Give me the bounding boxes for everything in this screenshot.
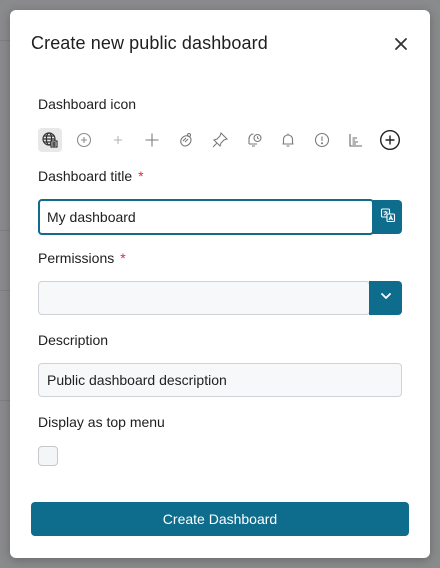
globe-grid-icon[interactable] [38, 128, 62, 152]
dashboard-title-label: Dashboard title * [38, 168, 144, 184]
add-circle-icon[interactable] [378, 128, 402, 152]
backdrop-divider [0, 40, 10, 41]
plus-thin-icon[interactable] [106, 128, 130, 152]
bell-icon[interactable] [276, 128, 300, 152]
description-label: Description [38, 332, 109, 348]
translate-icon [380, 207, 396, 228]
alert-circle-icon[interactable] [310, 128, 334, 152]
plus-circle-icon[interactable] [72, 128, 96, 152]
plus-icon[interactable] [140, 128, 164, 152]
create-dashboard-button[interactable]: Create Dashboard [31, 502, 409, 536]
create-dashboard-dialog: Create new public dashboard Dashboard ic… [10, 10, 430, 558]
dialog-title: Create new public dashboard [31, 33, 268, 53]
top-menu-label: Display as top menu [38, 414, 165, 430]
chevron-down-icon [379, 289, 393, 308]
pin-icon[interactable] [208, 128, 232, 152]
dashboard-icon-label: Dashboard icon [38, 96, 137, 112]
bar-chart-icon[interactable] [344, 128, 368, 152]
translate-button[interactable] [373, 200, 402, 234]
backdrop-divider [0, 230, 10, 231]
dashboard-title-label-text: Dashboard title [38, 168, 133, 184]
permissions-label: Permissions * [38, 250, 126, 266]
hand-grab-icon[interactable] [174, 128, 198, 152]
required-mark: * [138, 168, 144, 184]
bell-clock-icon[interactable] [242, 128, 266, 152]
icon-picker [38, 128, 408, 152]
permissions-dropdown-button[interactable] [369, 281, 402, 315]
permissions-label-text: Permissions [38, 250, 115, 266]
top-menu-checkbox[interactable] [38, 446, 58, 466]
required-mark: * [120, 250, 126, 266]
description-input[interactable] [38, 363, 402, 397]
close-icon[interactable] [392, 35, 410, 53]
backdrop-divider [0, 400, 10, 401]
backdrop-divider [0, 290, 10, 291]
permissions-select[interactable] [38, 281, 370, 315]
dashboard-title-input[interactable] [38, 199, 374, 235]
